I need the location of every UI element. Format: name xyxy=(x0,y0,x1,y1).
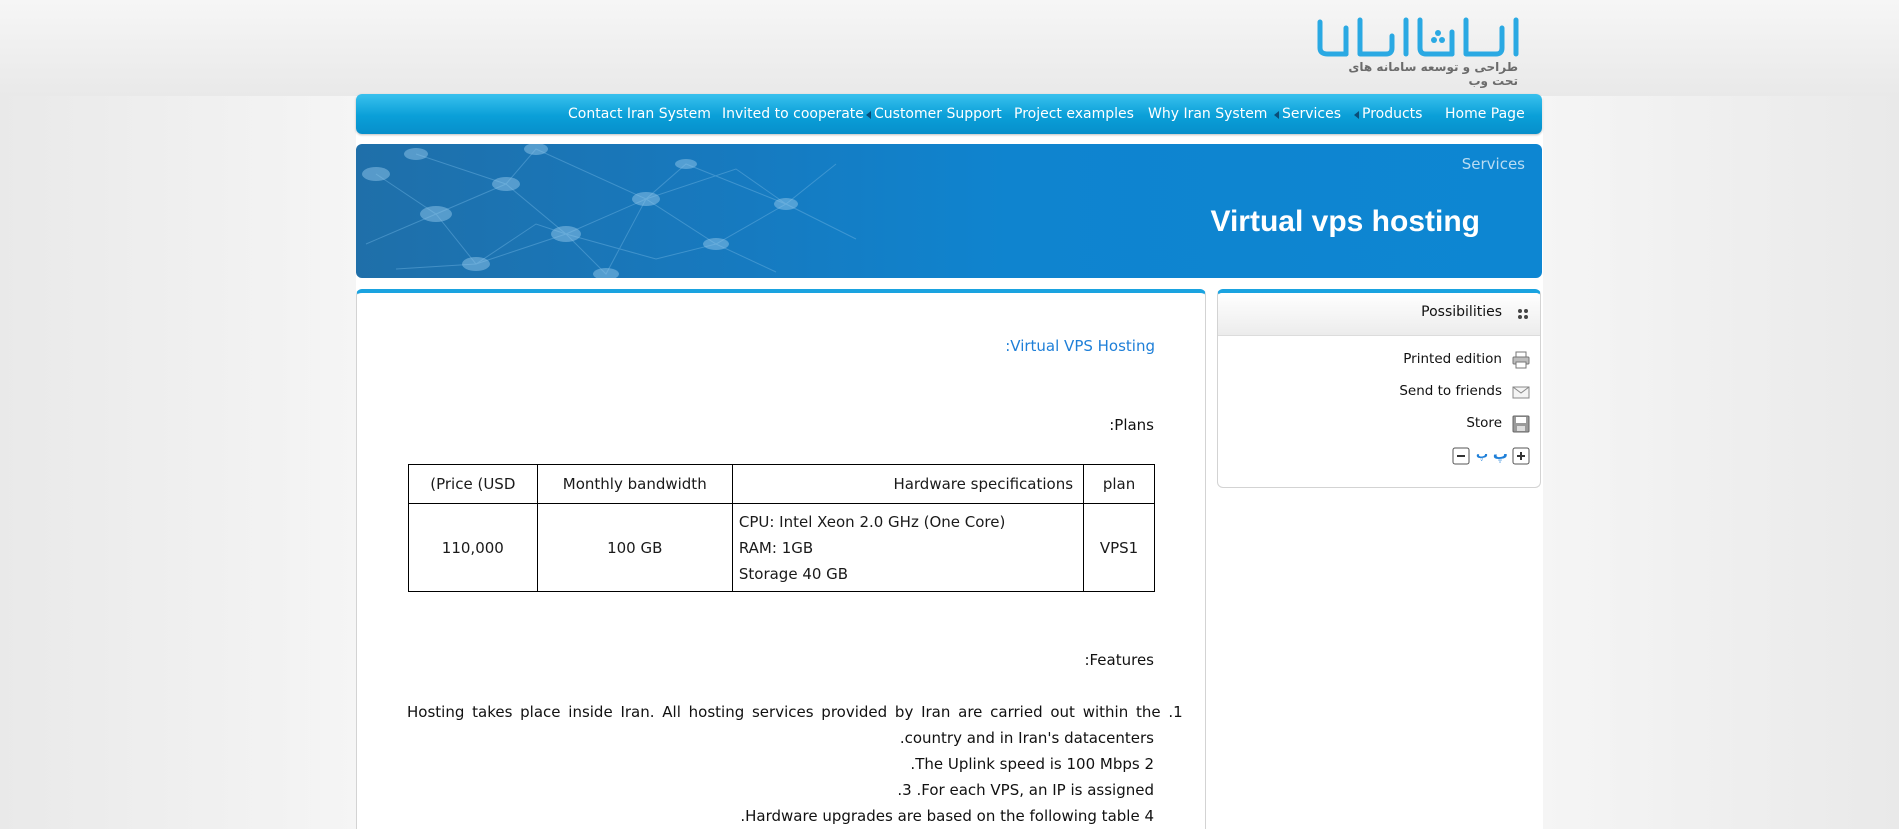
hardware-ram: RAM: 1GB xyxy=(738,538,814,557)
logo-mark-icon xyxy=(1317,17,1519,57)
cell-hardware: CPU: Intel Xeon 2.0 GHz (One Core) RAM: … xyxy=(731,503,1085,592)
grid-dots-icon xyxy=(1518,309,1528,319)
nav-customer-support[interactable]: Customer Support xyxy=(874,94,1002,134)
header-bandwidth: Monthly bandwidth xyxy=(536,464,733,504)
page-shade-right xyxy=(1543,96,1899,829)
nav-products[interactable]: Products xyxy=(1362,94,1422,134)
nav-home[interactable]: Home Page xyxy=(1445,94,1525,134)
hardware-storage: Storage 40 GB xyxy=(738,564,849,583)
nav-why-iran-system[interactable]: Why Iran System xyxy=(1148,94,1267,134)
main-navigation: Home Page Products Services Why Iran Sys… xyxy=(356,94,1542,134)
font-small-button[interactable]: پ xyxy=(1476,447,1488,461)
feature-line-5: .Hardware upgrades are based on the foll… xyxy=(740,807,1154,825)
submenu-arrow-icon xyxy=(1274,111,1279,119)
page-shade-left xyxy=(0,96,356,829)
feature-line-2: .country and in Iran's datacenters xyxy=(899,729,1154,747)
sidebar-header: Possibilities xyxy=(1218,293,1540,336)
nav-services[interactable]: Services xyxy=(1282,94,1341,134)
feature-line-1: Hosting takes place inside Iran. All hos… xyxy=(407,703,1183,721)
header-plan: plan xyxy=(1083,464,1155,504)
submenu-arrow-icon xyxy=(866,111,871,119)
plans-table: (Price (USD Monthly bandwidth Hardware s… xyxy=(408,464,1155,592)
table-row: 110,000 100 GB CPU: Intel Xeon 2.0 GHz (… xyxy=(408,503,1155,592)
table-header-row: (Price (USD Monthly bandwidth Hardware s… xyxy=(408,464,1155,504)
content-heading: :Virtual VPS Hosting xyxy=(1005,337,1155,355)
breadcrumb[interactable]: Services xyxy=(1410,155,1525,173)
cell-bandwidth: 100 GB xyxy=(536,503,733,592)
logo-tagline: طراحی و توسعه سامانه های تحت وب xyxy=(1348,60,1518,88)
cell-plan: VPS1 xyxy=(1083,503,1155,592)
feature-line-3: .The Uplink speed is 100 Mbps 2 xyxy=(910,755,1154,773)
header-price: (Price (USD xyxy=(408,464,538,504)
font-large-button[interactable]: پ xyxy=(1493,445,1508,463)
floppy-disk-icon[interactable] xyxy=(1512,415,1530,433)
nav-project-examples[interactable]: Project examples xyxy=(1014,94,1134,134)
sidebar-item-store[interactable]: Store xyxy=(1466,415,1502,431)
feature-line-4: .3 .For each VPS, an IP is assigned xyxy=(897,781,1154,799)
cell-price: 110,000 xyxy=(408,503,538,592)
header-background xyxy=(0,0,1899,96)
envelope-icon[interactable] xyxy=(1512,383,1530,401)
sidebar-item-send[interactable]: Send to friends xyxy=(1399,383,1502,399)
page-title: Virtual vps hosting xyxy=(1210,205,1481,238)
zoom-in-icon[interactable] xyxy=(1512,447,1530,465)
nav-invited-to-cooperate[interactable]: Invited to cooperate xyxy=(722,94,864,134)
hardware-cpu: CPU: Intel Xeon 2.0 GHz (One Core) xyxy=(738,512,1006,531)
submenu-arrow-icon xyxy=(1354,111,1359,119)
printer-icon[interactable] xyxy=(1512,351,1530,369)
zoom-out-icon[interactable] xyxy=(1452,447,1470,465)
options-sidebar: Possibilities Printed edition Send to fr… xyxy=(1217,289,1541,488)
network-graphic-icon xyxy=(362,144,857,278)
sidebar-item-print[interactable]: Printed edition xyxy=(1403,351,1502,367)
header-hardware: Hardware specifications xyxy=(731,464,1085,504)
nav-contact[interactable]: Contact Iran System xyxy=(568,94,711,134)
sidebar-title: Possibilities xyxy=(1421,304,1502,320)
features-label: :Features xyxy=(1084,651,1154,669)
plans-label: :Plans xyxy=(1109,416,1154,434)
